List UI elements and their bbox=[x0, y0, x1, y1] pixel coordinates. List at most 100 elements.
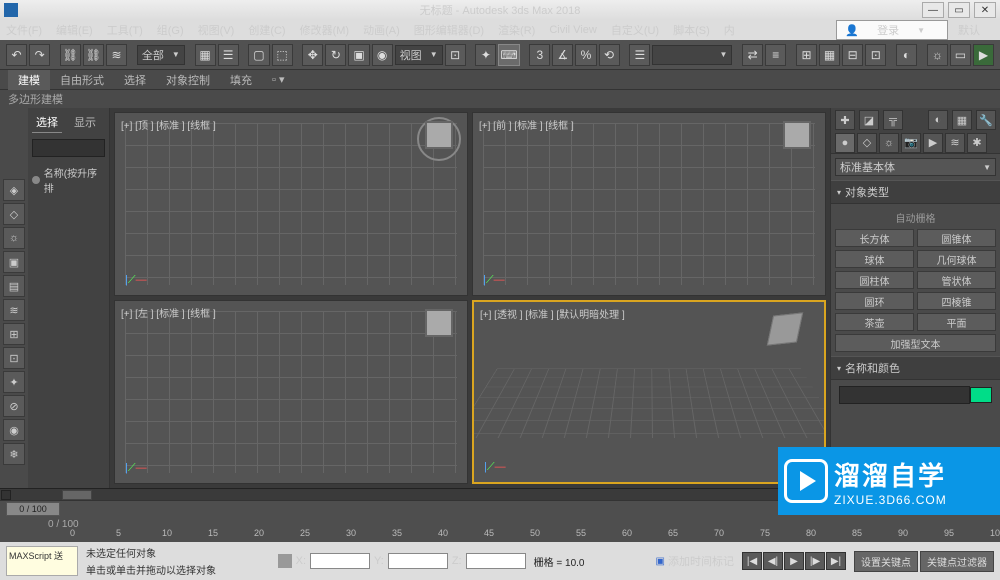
viewcube-top[interactable] bbox=[425, 121, 453, 149]
schematic-button[interactable]: ⊡ bbox=[865, 44, 886, 66]
menu-file[interactable]: 文件(F) bbox=[6, 22, 42, 38]
render-button[interactable]: ▶ bbox=[973, 44, 994, 66]
cat-spacewarps-icon[interactable]: ≋ bbox=[945, 133, 965, 153]
align-button[interactable]: ≡ bbox=[765, 44, 786, 66]
btn-torus[interactable]: 圆环 bbox=[835, 292, 914, 310]
keyboard-shortcut-button[interactable]: ⌨ bbox=[498, 44, 519, 66]
filter-lights-icon[interactable]: ☼ bbox=[3, 227, 25, 249]
curve-editor-button[interactable]: ⊟ bbox=[842, 44, 863, 66]
viewport-top[interactable]: [+] [顶 ] [标准 ] [线框 ] |⟋— bbox=[114, 112, 468, 296]
category-dropdown[interactable]: 标准基本体▼ bbox=[835, 158, 996, 176]
login-button[interactable]: 👤 登录 ▼ bbox=[836, 20, 948, 40]
left-tab-display[interactable]: 显示 bbox=[70, 112, 100, 133]
cmd-modify-icon[interactable]: ◪ bbox=[859, 110, 879, 130]
filter-xref-icon[interactable]: ⊘ bbox=[3, 395, 25, 417]
menu-modifier[interactable]: 修改器(M) bbox=[300, 22, 350, 38]
color-swatch[interactable] bbox=[970, 387, 992, 403]
cmd-hierarchy-icon[interactable]: ╦ bbox=[883, 110, 903, 130]
menu-tools[interactable]: 工具(T) bbox=[107, 22, 143, 38]
viewport-left[interactable]: [+] [左 ] [标准 ] [线框 ] |⟋— bbox=[114, 300, 468, 484]
btn-sphere[interactable]: 球体 bbox=[835, 250, 914, 268]
btn-geosphere[interactable]: 几何球体 bbox=[917, 250, 996, 268]
ribbon-tab-freeform[interactable]: 自由形式 bbox=[50, 70, 114, 90]
ribbon-sub[interactable]: 多边形建模 bbox=[0, 90, 1000, 108]
left-tab-select[interactable]: 选择 bbox=[32, 112, 62, 133]
toggle-ribbon-button[interactable]: ▦ bbox=[819, 44, 840, 66]
menu-views[interactable]: 视图(V) bbox=[198, 22, 235, 38]
btn-box[interactable]: 长方体 bbox=[835, 229, 914, 247]
menu-anim[interactable]: 动画(A) bbox=[363, 22, 400, 38]
filter-bones-icon[interactable]: ⊡ bbox=[3, 347, 25, 369]
btn-cylinder[interactable]: 圆柱体 bbox=[835, 271, 914, 289]
select-object-button[interactable]: ▦ bbox=[195, 44, 216, 66]
btn-textplus[interactable]: 加强型文本 bbox=[835, 334, 996, 352]
play-button[interactable]: ▶ bbox=[784, 552, 804, 570]
named-sel-button[interactable]: ☰ bbox=[629, 44, 650, 66]
goto-start-button[interactable]: |◀ bbox=[742, 552, 762, 570]
object-name-input[interactable] bbox=[839, 386, 970, 404]
cat-shapes-icon[interactable]: ◇ bbox=[857, 133, 877, 153]
selection-filter-dropdown[interactable]: 全部▼ bbox=[137, 45, 185, 65]
menu-create[interactable]: 创建(C) bbox=[248, 22, 285, 38]
cmd-display-icon[interactable]: ▦ bbox=[952, 110, 972, 130]
ribbon-tab-fill[interactable]: 填充 bbox=[220, 70, 262, 90]
goto-end-button[interactable]: ▶| bbox=[826, 552, 846, 570]
manip-button[interactable]: ✦ bbox=[475, 44, 496, 66]
viewcube-persp[interactable] bbox=[767, 312, 803, 345]
filter-spacewarp-icon[interactable]: ≋ bbox=[3, 299, 25, 321]
cat-systems-icon[interactable]: ✱ bbox=[967, 133, 987, 153]
layer-explorer-button[interactable]: ⊞ bbox=[796, 44, 817, 66]
spinner-snap-button[interactable]: ⟲ bbox=[599, 44, 620, 66]
filter-cams-icon[interactable]: ▣ bbox=[3, 251, 25, 273]
menu-civil[interactable]: Civil View bbox=[549, 24, 596, 36]
prev-frame-button[interactable]: ◀| bbox=[763, 552, 783, 570]
coord-y-input[interactable] bbox=[388, 553, 448, 569]
close-button[interactable]: ✕ bbox=[974, 2, 996, 18]
cmd-utility-icon[interactable]: 🔧 bbox=[976, 110, 996, 130]
menu-edit[interactable]: 编辑(E) bbox=[56, 22, 93, 38]
rollout-name-color[interactable]: 名称和颜色 bbox=[831, 356, 1000, 380]
time-slider[interactable]: 0 / 100 bbox=[6, 502, 60, 516]
ribbon-collapse[interactable]: ▫ ▾ bbox=[262, 71, 294, 88]
named-sel-dropdown[interactable]: ▼ bbox=[652, 45, 732, 65]
btn-pyramid[interactable]: 四棱锥 bbox=[917, 292, 996, 310]
mirror-button[interactable]: ⇄ bbox=[742, 44, 763, 66]
home-icon[interactable] bbox=[1, 490, 11, 500]
filter-shapes-icon[interactable]: ◇ bbox=[3, 203, 25, 225]
rect-select-button[interactable]: ▢ bbox=[248, 44, 269, 66]
ribbon-tab-objpaint[interactable]: 对象控制 bbox=[156, 70, 220, 90]
workspace-dropdown[interactable]: 默认 bbox=[958, 22, 980, 38]
ribbon-tab-model[interactable]: 建模 bbox=[8, 70, 50, 90]
set-key-button[interactable]: 设置关键点 bbox=[854, 551, 918, 572]
menu-grapheditor[interactable]: 图形编辑器(D) bbox=[414, 22, 484, 38]
window-cross-button[interactable]: ⬚ bbox=[272, 44, 293, 66]
cat-geometry-icon[interactable]: ● bbox=[835, 133, 855, 153]
menu-content[interactable]: 内 bbox=[724, 22, 735, 38]
filter-misc-icon[interactable]: ✦ bbox=[3, 371, 25, 393]
redo-button[interactable]: ↷ bbox=[29, 44, 50, 66]
rollout-object-type[interactable]: 对象类型 bbox=[831, 180, 1000, 204]
search-input[interactable] bbox=[32, 139, 105, 157]
viewcube-front[interactable] bbox=[783, 121, 811, 149]
filter-helpers-icon[interactable]: ▤ bbox=[3, 275, 25, 297]
add-time-tag[interactable]: ▣ 添加时间标记 bbox=[656, 553, 734, 569]
angle-snap-button[interactable]: ∡ bbox=[552, 44, 573, 66]
viewport-front[interactable]: [+] [前 ] [标准 ] [线框 ] |⟋— bbox=[472, 112, 826, 296]
filter-geometry-icon[interactable]: ◈ bbox=[3, 179, 25, 201]
scroll-thumb[interactable] bbox=[62, 490, 92, 500]
render-frame-button[interactable]: ▭ bbox=[950, 44, 971, 66]
material-editor-button[interactable]: ◐ bbox=[896, 44, 917, 66]
pivot-button[interactable]: ⊡ bbox=[445, 44, 466, 66]
radio-sort-icon[interactable] bbox=[32, 176, 40, 184]
rotate-button[interactable]: ↻ bbox=[325, 44, 346, 66]
viewcube-left[interactable] bbox=[425, 309, 453, 337]
lock-icon[interactable] bbox=[278, 554, 292, 568]
next-frame-button[interactable]: |▶ bbox=[805, 552, 825, 570]
maximize-button[interactable]: ▭ bbox=[948, 2, 970, 18]
cmd-create-icon[interactable]: ✚ bbox=[835, 110, 855, 130]
scale-button[interactable]: ▣ bbox=[348, 44, 369, 66]
render-setup-button[interactable]: ☼ bbox=[927, 44, 948, 66]
cat-cameras-icon[interactable]: 📷 bbox=[901, 133, 921, 153]
viewport-perspective[interactable]: [+] [透视 ] [标准 ] [默认明暗处理 ] |⟋— bbox=[472, 300, 826, 484]
filter-frozen-icon[interactable]: ❄ bbox=[3, 443, 25, 465]
